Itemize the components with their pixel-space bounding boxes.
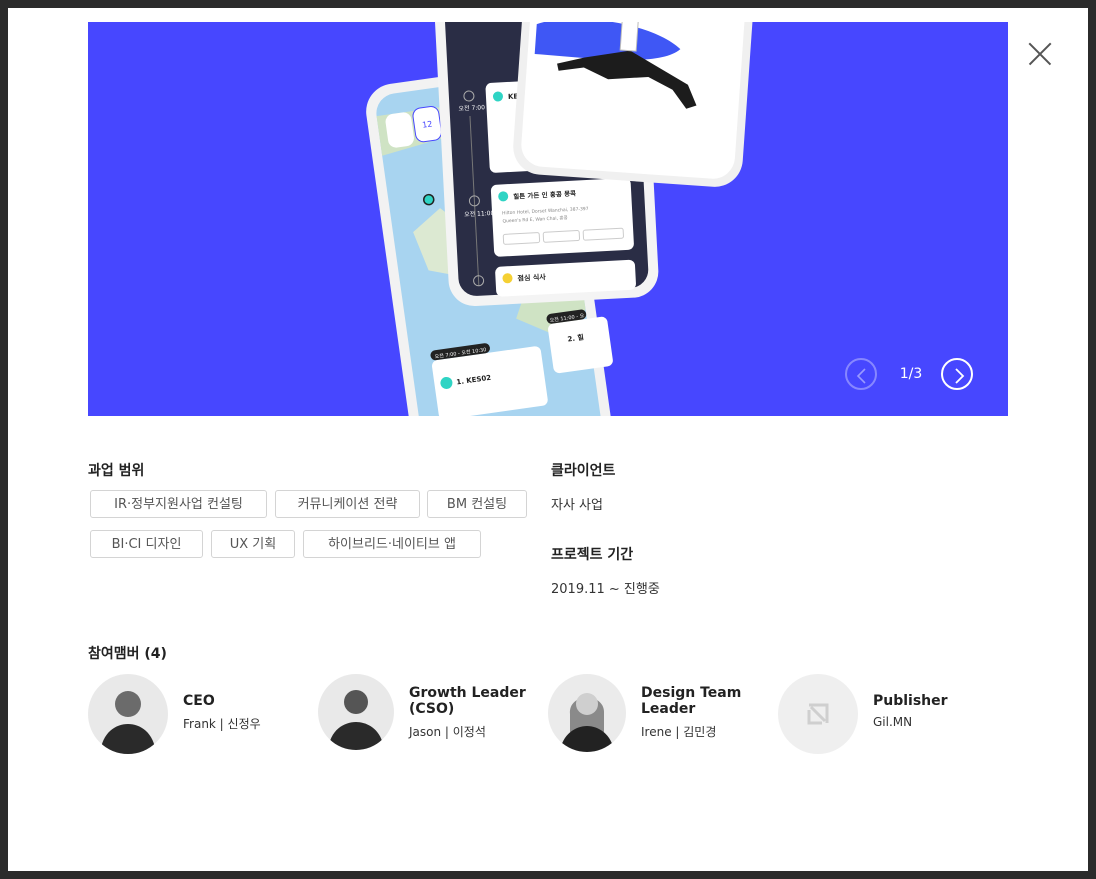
hero-slider: 12 오전 7:00 - 오전 10:30 1. KES02 오전 11:00 … — [88, 22, 1008, 416]
member-name: Irene | 김민경 — [641, 725, 717, 739]
close-icon[interactable] — [1028, 42, 1052, 66]
members-title: 참여맴버 (4) — [88, 646, 167, 662]
member-role: Growth Leader (CSO) — [409, 685, 526, 717]
member-name: Jason | 이정석 — [409, 725, 486, 739]
period-title: 프로젝트 기간 — [551, 547, 634, 563]
project-detail-modal: 12 오전 7:00 - 오전 10:30 1. KES02 오전 11:00 … — [8, 8, 1088, 871]
scope-tag: UX 기획 — [211, 530, 295, 558]
app-mockup-illustration: 12 오전 7:00 - 오전 10:30 1. KES02 오전 11:00 … — [366, 22, 756, 416]
chevron-left-icon — [856, 368, 866, 384]
client-value: 자사 사업 — [551, 498, 603, 513]
member-role: Publisher — [873, 693, 948, 709]
period-value: 2019.11 ~ 진행중 — [551, 582, 660, 597]
slide-counter: 1/3 — [899, 366, 923, 382]
svg-text:오전 11:00: 오전 11:00 — [464, 209, 495, 219]
next-slide-button[interactable] — [941, 358, 973, 390]
phone-front — [513, 22, 756, 187]
member-name: Frank | 신정우 — [183, 717, 261, 731]
member-name: Gil.MN — [873, 715, 913, 729]
scope-title: 과업 범위 — [88, 463, 145, 479]
scope-tag: BM 컨설팅 — [427, 490, 527, 518]
scope-tag: BI·CI 디자인 — [90, 530, 203, 558]
scope-tag: 커뮤니케이션 전략 — [275, 490, 420, 518]
client-title: 클라이언트 — [551, 463, 616, 479]
avatar — [88, 674, 168, 754]
prev-slide-button[interactable] — [845, 358, 877, 390]
avatar — [778, 674, 858, 754]
member-role: Design Team Leader — [641, 685, 742, 717]
svg-text:오전 7:00: 오전 7:00 — [458, 103, 485, 112]
svg-text:12: 12 — [422, 119, 433, 129]
scope-tag: IR·정부지원사업 컨설팅 — [90, 490, 267, 518]
avatar — [318, 674, 394, 750]
svg-text:점심 식사: 점심 식사 — [517, 272, 546, 282]
scope-tag: 하이브리드·네이티브 앱 — [303, 530, 481, 558]
chevron-right-icon — [955, 368, 965, 384]
placeholder-logo-icon — [807, 703, 829, 725]
member-role: CEO — [183, 693, 215, 709]
avatar — [548, 674, 626, 752]
